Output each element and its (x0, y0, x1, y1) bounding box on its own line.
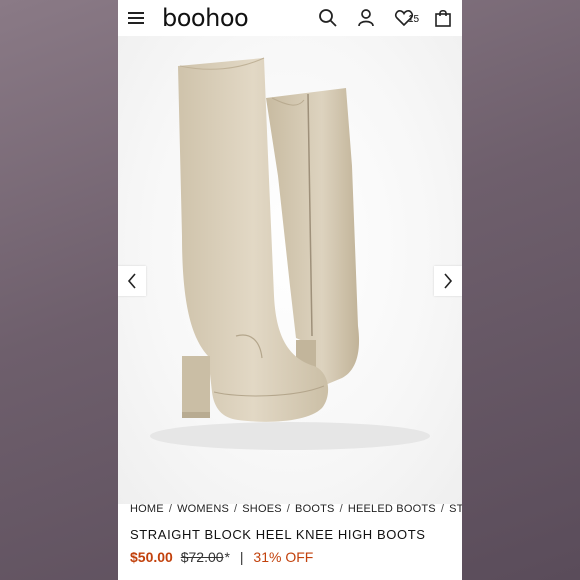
price-row: $50.00 $72.00* | 31% OFF (130, 549, 313, 565)
search-icon[interactable] (318, 8, 338, 28)
chevron-right-icon (444, 273, 453, 289)
bag-icon[interactable] (433, 8, 453, 28)
price-divider: | (239, 549, 244, 565)
boot-illustration (150, 57, 430, 450)
breadcrumb: HOME / WOMENS / SHOES / BOOTS / HEELED BOOTS / STR… (130, 503, 462, 515)
chevron-left-icon (127, 273, 136, 289)
wishlist-count-badge: 15 (408, 14, 420, 25)
breadcrumb-item-heeled-boots[interactable]: HEELED BOOTS (348, 503, 436, 515)
discount-label: 31% OFF (253, 549, 314, 565)
menu-icon[interactable] (128, 10, 146, 26)
breadcrumb-separator: / (286, 503, 291, 515)
current-price: $50.00 (130, 549, 173, 565)
product-image[interactable] (118, 36, 462, 504)
next-image-button[interactable] (434, 266, 462, 296)
breadcrumb-item-shoes[interactable]: SHOES (242, 503, 282, 515)
breadcrumb-item-current: STRAIGHT (449, 503, 462, 515)
breadcrumb-separator: / (440, 503, 445, 515)
breadcrumb-separator: / (234, 503, 238, 515)
breadcrumb-separator: / (168, 503, 173, 515)
original-price: $72.00 (180, 549, 224, 565)
prev-image-button[interactable] (118, 266, 146, 296)
price-asterisk: * (224, 549, 230, 565)
brand-logo[interactable]: boohoo (162, 4, 249, 32)
account-icon[interactable] (356, 8, 376, 28)
product-title: STRAIGHT BLOCK HEEL KNEE HIGH BOOTS (130, 527, 426, 542)
breadcrumb-item-home[interactable]: HOME (130, 503, 164, 515)
breadcrumb-separator: / (339, 503, 343, 515)
top-navigation-bar: boohoo 15 (118, 0, 462, 36)
product-page: boohoo 15 HOME / WOMENS / SHOES / BOOTS … (118, 0, 462, 580)
breadcrumb-item-boots[interactable]: BOOTS (295, 503, 335, 515)
breadcrumb-item-womens[interactable]: WOMENS (177, 503, 229, 515)
